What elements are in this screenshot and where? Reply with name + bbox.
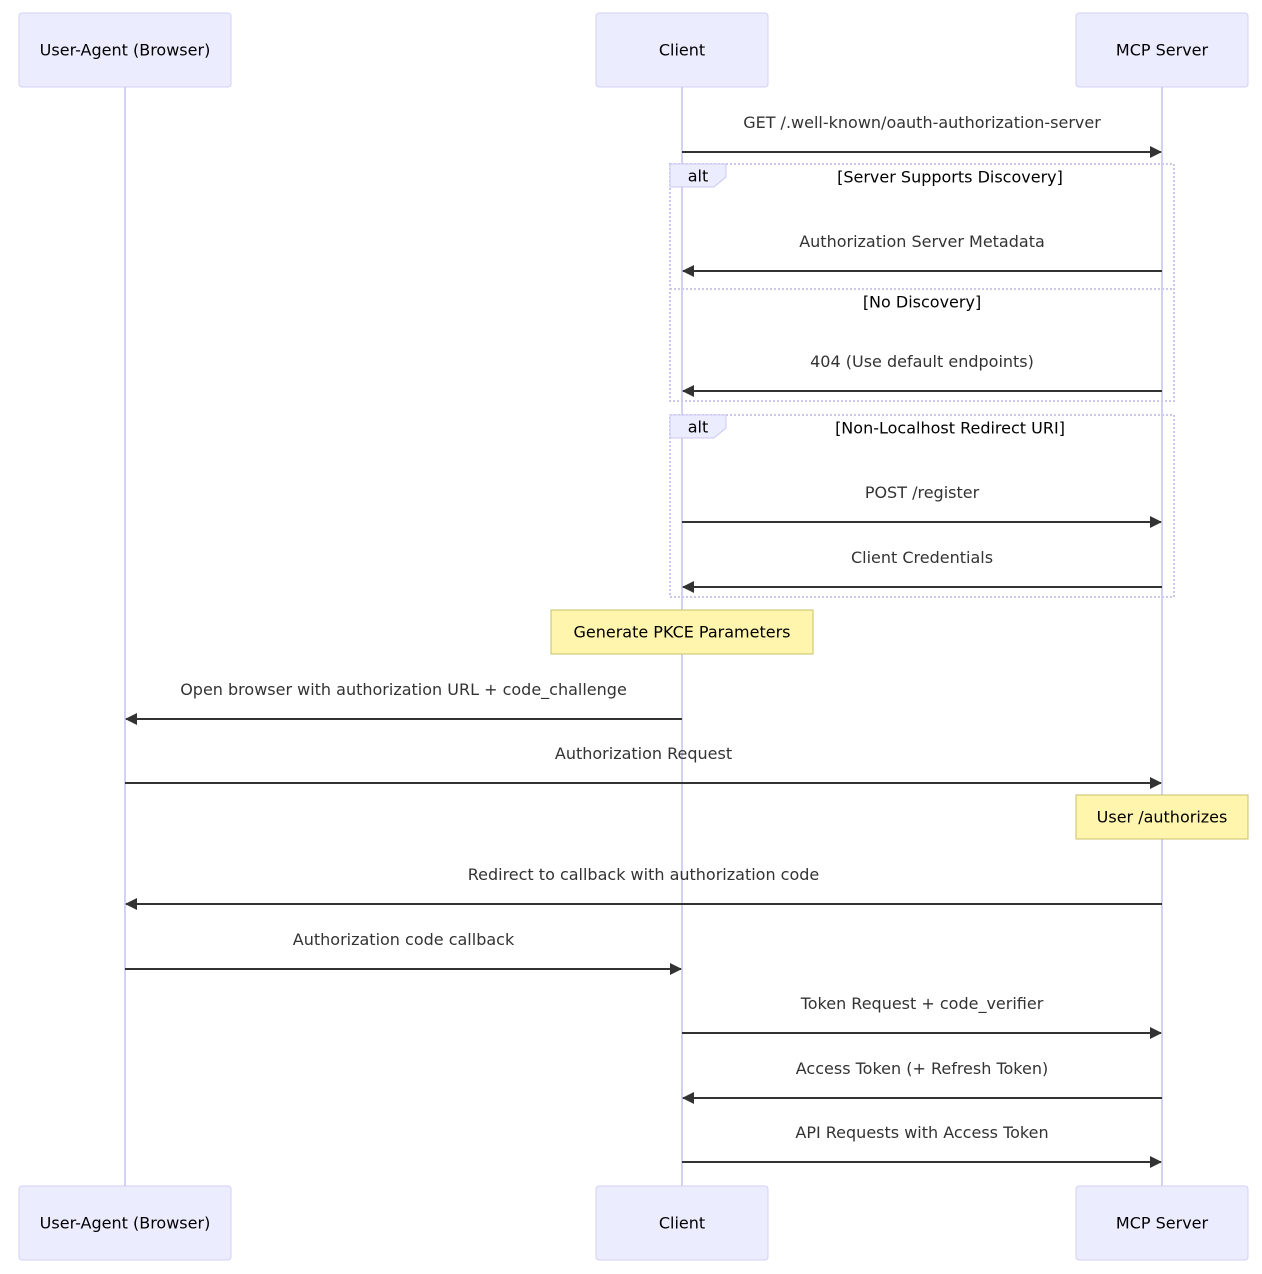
message-arrow: Authorization Request xyxy=(125,744,1162,789)
alt-frame: alt [Non-Localhost Redirect URI] xyxy=(669,414,1175,598)
alt-else-condition: [No Discovery] xyxy=(863,293,981,312)
message-label: 404 (Use default endpoints) xyxy=(810,352,1034,371)
note-text: User /authorizes xyxy=(1097,808,1228,827)
note: Generate PKCE Parameters xyxy=(550,609,814,655)
actor-label: MCP Server xyxy=(1116,1214,1209,1233)
message-label: Open browser with authorization URL + co… xyxy=(180,680,627,700)
message-arrow: Redirect to callback with authorization … xyxy=(125,865,1162,910)
alt-condition: [Server Supports Discovery] xyxy=(837,168,1063,187)
alt-condition: [Non-Localhost Redirect URI] xyxy=(835,419,1065,438)
message-label: Authorization Server Metadata xyxy=(799,232,1045,251)
message-arrow: GET /.well-known/oauth-authorization-ser… xyxy=(682,113,1162,158)
actor-label: MCP Server xyxy=(1116,41,1209,60)
alt-frame-border xyxy=(669,414,1175,598)
message-arrow: Client Credentials xyxy=(682,548,1162,593)
actor-server-bottom: MCP Server xyxy=(1075,1185,1249,1261)
actor-label: Client xyxy=(659,41,705,60)
message-arrow: Open browser with authorization URL + co… xyxy=(125,680,682,725)
message-arrow: Authorization code callback xyxy=(125,930,682,975)
message-label: Authorization Request xyxy=(555,744,732,763)
message-arrow: POST /register xyxy=(682,483,1162,528)
actor-label: Client xyxy=(659,1214,705,1233)
alt-label: alt xyxy=(688,418,709,437)
message-label: API Requests with Access Token xyxy=(795,1123,1048,1142)
actor-server-top: MCP Server xyxy=(1075,12,1249,88)
message-label: GET /.well-known/oauth-authorization-ser… xyxy=(743,113,1101,132)
actor-client-top: Client xyxy=(595,12,769,88)
actor-client-bottom: Client xyxy=(595,1185,769,1261)
message-arrow: Authorization Server Metadata xyxy=(682,232,1162,277)
actor-ua-top: User-Agent (Browser) xyxy=(18,12,232,88)
message-label: Access Token (+ Refresh Token) xyxy=(796,1059,1048,1078)
note-text: Generate PKCE Parameters xyxy=(573,623,790,642)
message-label: Client Credentials xyxy=(851,548,993,567)
message-label: Token Request + code_verifier xyxy=(800,994,1044,1014)
actor-label: User-Agent (Browser) xyxy=(40,41,211,60)
message-arrow: API Requests with Access Token xyxy=(682,1123,1162,1168)
message-label: Redirect to callback with authorization … xyxy=(468,865,820,884)
message-arrow: Access Token (+ Refresh Token) xyxy=(682,1059,1162,1104)
message-label: POST /register xyxy=(865,483,980,502)
message-label: Authorization code callback xyxy=(293,930,515,949)
note: User /authorizes xyxy=(1075,794,1249,840)
message-arrow: 404 (Use default endpoints) xyxy=(682,352,1162,397)
alt-label: alt xyxy=(688,167,709,186)
actor-ua-bottom: User-Agent (Browser) xyxy=(18,1185,232,1261)
message-arrow: Token Request + code_verifier xyxy=(682,994,1162,1039)
actor-label: User-Agent (Browser) xyxy=(40,1214,211,1233)
sequence-diagram: alt [Server Supports Discovery] [No Discov… xyxy=(18,12,1249,1261)
